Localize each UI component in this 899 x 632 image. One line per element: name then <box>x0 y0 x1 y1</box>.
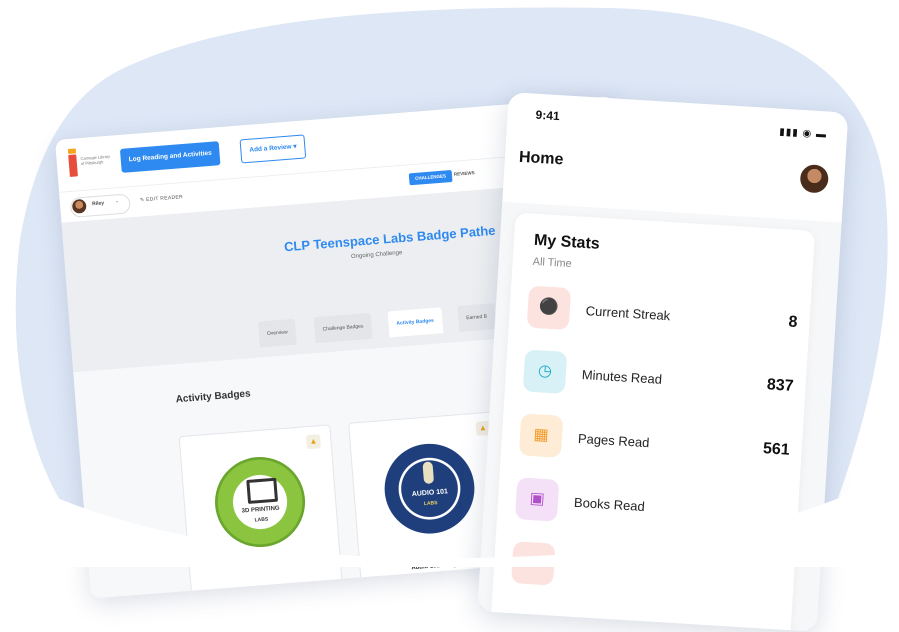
library-logo[interactable] <box>68 154 78 177</box>
challenge-subtitle: Ongoing Challenge <box>350 250 403 261</box>
stats-title: My Stats <box>533 231 601 253</box>
stat-value: 561 <box>762 440 791 459</box>
stat-label: Pages Read <box>577 430 650 451</box>
microphone-icon <box>422 461 435 485</box>
phone-panel: 9:41 ▮▮▮ ◉ ▬ Home My Stats All Time ⚫ Cu… <box>477 92 849 632</box>
stat-books-read[interactable]: ▣ Books Read <box>514 477 787 537</box>
flame-icon: ⚫ <box>526 285 572 331</box>
avatar[interactable] <box>799 163 830 194</box>
stat-label: Minutes Read <box>581 366 663 387</box>
stats-subtitle: All Time <box>532 255 573 271</box>
wifi-icon: ◉ <box>802 128 813 140</box>
audio-101-badge-image: AUDIO 101 LABS <box>381 440 478 538</box>
my-stats-card: My Stats All Time ⚫ Current Streak 8 ◷ M… <box>490 212 816 632</box>
pencil-icon: ✎ <box>139 197 145 204</box>
tab-activity-badges[interactable]: Activity Badges <box>387 307 443 338</box>
chevron-down-icon: ⌄ <box>114 198 120 205</box>
library-logo-text: Carnegie Library of Pittsburgh <box>80 153 111 167</box>
battery-icon: ▬ <box>815 128 828 141</box>
stat-label: Current Streak <box>585 303 671 324</box>
tab-earned-badges[interactable]: Earned B <box>457 303 497 332</box>
add-review-button[interactable]: Add a Review ▾ <box>239 134 307 164</box>
phone-screen: 9:41 ▮▮▮ ◉ ▬ Home My Stats All Time ⚫ Cu… <box>477 92 849 632</box>
pages-icon: ▦ <box>518 413 564 458</box>
stat-minutes-read[interactable]: ◷ Minutes Read 837 <box>522 349 795 409</box>
book-icon: ▣ <box>514 477 560 522</box>
page-title: Home <box>518 148 564 169</box>
tab-overview[interactable]: Overview <box>257 318 297 348</box>
stat-icon <box>511 541 556 586</box>
stat-pages-read[interactable]: ▦ Pages Read 561 <box>518 413 791 473</box>
chevron-down-icon: ▾ <box>293 143 297 151</box>
nav-reviews[interactable]: REVIEWS <box>454 170 475 177</box>
edit-reader-label: EDIT READER <box>145 194 184 204</box>
trophy-icon: ▲ <box>305 434 321 450</box>
status-icons: ▮▮▮ ◉ ▬ <box>779 127 827 141</box>
add-review-label: Add a Review <box>249 143 292 154</box>
stat-value: 837 <box>766 376 795 395</box>
3d-printing-badge-image: 3D PRINTING LABS <box>211 453 309 551</box>
reader-name: Riley <box>91 200 105 208</box>
edit-reader-link[interactable]: ✎ EDIT READER <box>140 194 183 203</box>
challenge-title: CLP Teenspace Labs Badge Pathe <box>283 222 496 255</box>
phone-header: 9:41 ▮▮▮ ◉ ▬ Home <box>502 92 849 223</box>
status-time: 9:41 <box>535 107 561 124</box>
section-title: Activity Badges <box>175 388 251 406</box>
log-reading-button[interactable]: Log Reading and Activities <box>119 141 221 173</box>
signal-icon: ▮▮▮ <box>778 126 800 139</box>
tab-challenge-badges[interactable]: Challenge Badges <box>313 312 373 344</box>
stat-next[interactable] <box>511 541 783 601</box>
nav-challenges[interactable]: CHALLENGES <box>408 169 453 186</box>
clock-icon: ◷ <box>522 349 568 394</box>
stat-label: Books Read <box>573 494 646 515</box>
printer-icon <box>246 477 279 504</box>
badge-card-3d-printing[interactable]: ▲ 3D PRINTING LABS <box>178 424 343 598</box>
badge-label <box>192 577 342 589</box>
stat-current-streak[interactable]: ⚫ Current Streak 8 <box>526 285 799 346</box>
stat-value: 8 <box>788 313 798 332</box>
